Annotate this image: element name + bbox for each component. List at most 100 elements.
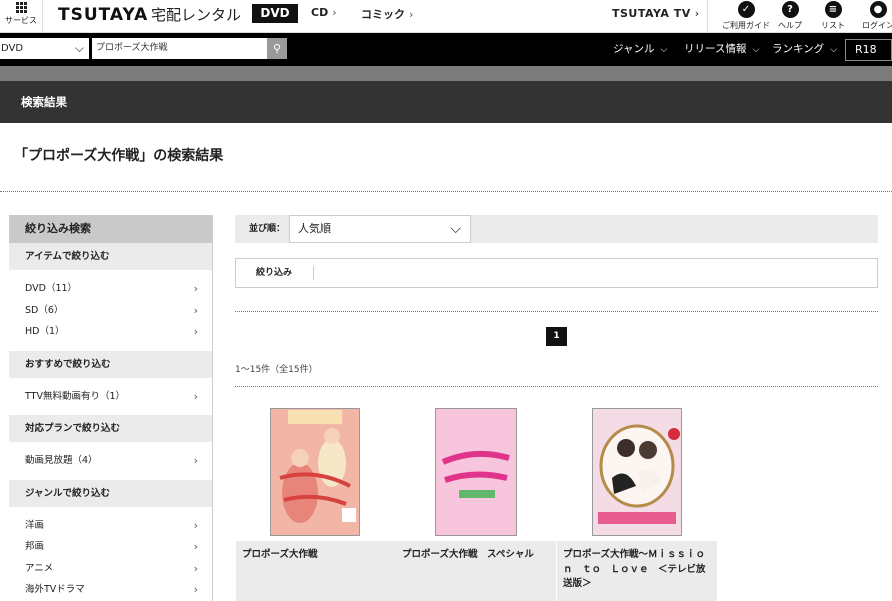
- sidebar-item-ttv-free[interactable]: TTV無料動画有り（1） ›: [9, 386, 212, 408]
- sidebar-item-unlimited[interactable]: 動画見放題（4） ›: [9, 450, 212, 472]
- sidebar-item-label: 邦画: [25, 541, 45, 552]
- tsutaya-tv-link[interactable]: TSUTAYA TV ›: [612, 7, 700, 20]
- result-title[interactable]: プロポーズ大作戦 スペシャル: [396, 541, 556, 601]
- guide-button[interactable]: ✓ ご利用ガイド: [721, 1, 771, 31]
- cover-image[interactable]: [270, 408, 360, 536]
- top-header: サービス TSUTAYA 宅配レンタル DVD CD › コミック › TSUTAY…: [0, 0, 892, 33]
- r18-button[interactable]: R18: [845, 39, 892, 61]
- sidebar-item-label: DVD（11）: [25, 283, 78, 294]
- divider: [235, 311, 878, 312]
- sidebar-title: 絞り込み検索: [9, 215, 212, 243]
- page-title: 「プロポーズ大作戦」の検索結果: [14, 148, 224, 164]
- page-button[interactable]: 1: [546, 327, 567, 346]
- list-icon: ≡: [824, 1, 842, 18]
- sidebar-item-overseas-drama[interactable]: 海外TVドラマ ›: [9, 579, 212, 601]
- sidebar-item-label: 動画見放題（4）: [25, 455, 98, 466]
- sidebar-item-label: 洋画: [25, 519, 45, 531]
- list-label: リスト: [821, 21, 845, 30]
- chevron-right-icon: ›: [193, 303, 198, 317]
- tab-cd-label: CD: [311, 6, 329, 19]
- login-label: ログイン: [862, 21, 892, 30]
- chevron-right-icon: ›: [193, 583, 198, 596]
- services-label: サービス: [5, 16, 37, 25]
- sidebar-item-dvd[interactable]: DVD（11） ›: [9, 278, 212, 300]
- sidebar-item-anime[interactable]: アニメ ›: [9, 558, 212, 580]
- filter-bar: 絞り込み: [235, 258, 878, 288]
- chevron-right-icon: ›: [193, 561, 198, 575]
- sidebar-item-label: 海外TVドラマ: [25, 584, 85, 595]
- chevron-down-icon: ⌵: [752, 45, 760, 55]
- help-label: ヘルプ: [778, 21, 802, 30]
- chevron-right-icon: ›: [193, 389, 198, 403]
- guide-icon: ✓: [737, 1, 755, 18]
- category-value: DVD: [1, 43, 24, 54]
- sidebar-item-label: SD（6）: [25, 304, 64, 316]
- nav-ranking-label: ランキング: [772, 43, 825, 55]
- category-select[interactable]: DVD ⌵: [0, 38, 89, 59]
- cover-image[interactable]: [435, 408, 517, 536]
- grid-icon: [15, 2, 27, 13]
- divider: [0, 191, 892, 192]
- sidebar-item-japanese[interactable]: 邦画 ›: [9, 536, 212, 558]
- sidebar-item-label: TTV無料動画有り（1）: [25, 390, 125, 402]
- search-icon: ⚲: [272, 42, 282, 55]
- sort-label: 並び順：: [249, 224, 286, 234]
- divider: [707, 0, 708, 33]
- sidebar-group-recommend: おすすめで絞り込む: [9, 350, 212, 378]
- sidebar-item-label: HD（1）: [25, 326, 65, 337]
- sidebar-group-item: アイテムで絞り込む: [9, 243, 212, 270]
- divider: [313, 266, 314, 280]
- chevron-down-icon: ⌵: [660, 45, 668, 55]
- divider: [42, 0, 43, 33]
- chevron-right-icon: ›: [332, 6, 337, 19]
- sidebar-group-plan: 対応プランで絞り込む: [9, 415, 212, 442]
- tsutaya-tv-label: TSUTAYA TV: [612, 7, 691, 20]
- sidebar-item-sd[interactable]: SD（6） ›: [9, 300, 212, 322]
- chevron-right-icon: ›: [193, 518, 198, 532]
- filter-sidebar: 絞り込み検索 アイテムで絞り込む DVD（11） › SD（6） › HD（1） › …: [9, 215, 213, 601]
- search-bar: DVD ⌵ プロポーズ大作戦 ⚲ ジャンル ⌵ リリース情報 ⌵ ランキング ⌵ R18: [0, 33, 892, 66]
- services-menu-button[interactable]: サービス: [4, 2, 38, 26]
- chevron-right-icon: ›: [193, 454, 198, 467]
- login-icon: ●: [869, 1, 887, 18]
- sort-value: 人気順: [298, 222, 331, 235]
- filter-button[interactable]: 絞り込み: [256, 259, 292, 287]
- chevron-right-icon: ›: [193, 540, 198, 553]
- chevron-right-icon: ›: [694, 7, 700, 20]
- nav-release[interactable]: リリース情報 ⌵: [684, 41, 759, 56]
- sidebar-item-hd[interactable]: HD（1） ›: [9, 321, 212, 343]
- search-button[interactable]: ⚲: [267, 38, 287, 59]
- nav-ranking[interactable]: ランキング ⌵: [772, 41, 837, 56]
- sidebar-group-genre: ジャンルで絞り込む: [9, 479, 212, 507]
- chevron-right-icon: ›: [193, 325, 198, 338]
- tab-comic[interactable]: コミック ›: [361, 6, 413, 22]
- guide-label: ご利用ガイド: [722, 21, 770, 30]
- tab-comic-label: コミック: [361, 8, 405, 21]
- sort-bar: 並び順： 人気順 ⌵: [235, 215, 878, 243]
- nav-genre[interactable]: ジャンル ⌵: [613, 41, 667, 56]
- help-icon: ?: [781, 1, 799, 18]
- sidebar-item-western[interactable]: 洋画 ›: [9, 515, 212, 537]
- chevron-right-icon: ›: [193, 282, 198, 295]
- tab-dvd[interactable]: DVD: [252, 4, 298, 23]
- divider: [235, 386, 878, 387]
- tab-cd[interactable]: CD ›: [311, 6, 337, 19]
- list-button[interactable]: ≡ リスト: [808, 1, 858, 31]
- cover-image[interactable]: [592, 408, 682, 536]
- chevron-down-icon: ⌵: [830, 45, 838, 55]
- sort-select[interactable]: 人気順 ⌵: [289, 215, 471, 243]
- sidebar-item-label: アニメ: [25, 562, 54, 574]
- tsutaya-logo[interactable]: TSUTAYA: [58, 5, 148, 25]
- result-count: 1〜15件（全15件）: [235, 365, 318, 375]
- section-title: 検索結果: [0, 81, 892, 123]
- result-title[interactable]: プロポーズ大作戦〜Ｍｉｓｓｉｏｎ ｔｏ Ｌｏｖｅ ＜テレビ放送版＞: [557, 541, 717, 601]
- search-input[interactable]: プロポーズ大作戦: [92, 38, 268, 59]
- chevron-right-icon: ›: [409, 8, 414, 21]
- service-name: 宅配レンタル: [151, 6, 242, 24]
- chevron-down-icon: ⌵: [450, 221, 461, 237]
- result-title[interactable]: プロポーズ大作戦: [236, 541, 396, 601]
- chevron-down-icon: ⌵: [74, 41, 84, 55]
- nav-release-label: リリース情報: [684, 43, 747, 55]
- login-button[interactable]: ● ログイン: [853, 1, 892, 31]
- grey-strip: [0, 66, 892, 81]
